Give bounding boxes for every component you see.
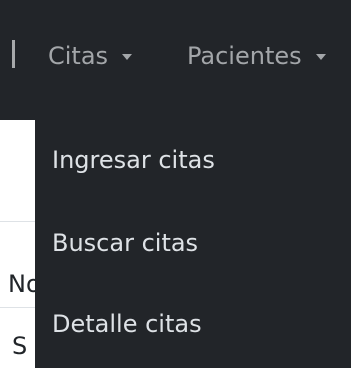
- table-divider-top: [0, 221, 36, 222]
- dropdown-item-ingresar-citas[interactable]: Ingresar citas: [52, 144, 215, 176]
- table-divider-bottom: [0, 307, 36, 308]
- nav-dropdown-citas[interactable]: Citas: [48, 39, 133, 73]
- nav-citas-label: Citas: [48, 42, 109, 70]
- table-cell-fragment: S: [12, 332, 28, 360]
- chevron-down-icon: [122, 54, 133, 60]
- chevron-down-icon: [315, 54, 326, 60]
- dropdown-item-detalle-citas[interactable]: Detalle citas: [52, 308, 202, 340]
- nav-dropdown-pacientes[interactable]: Pacientes: [187, 39, 326, 73]
- nav-pacientes-label: Pacientes: [187, 42, 302, 70]
- dropdown-item-buscar-citas[interactable]: Buscar citas: [52, 227, 198, 259]
- nav-item-truncated-edge: [12, 40, 15, 68]
